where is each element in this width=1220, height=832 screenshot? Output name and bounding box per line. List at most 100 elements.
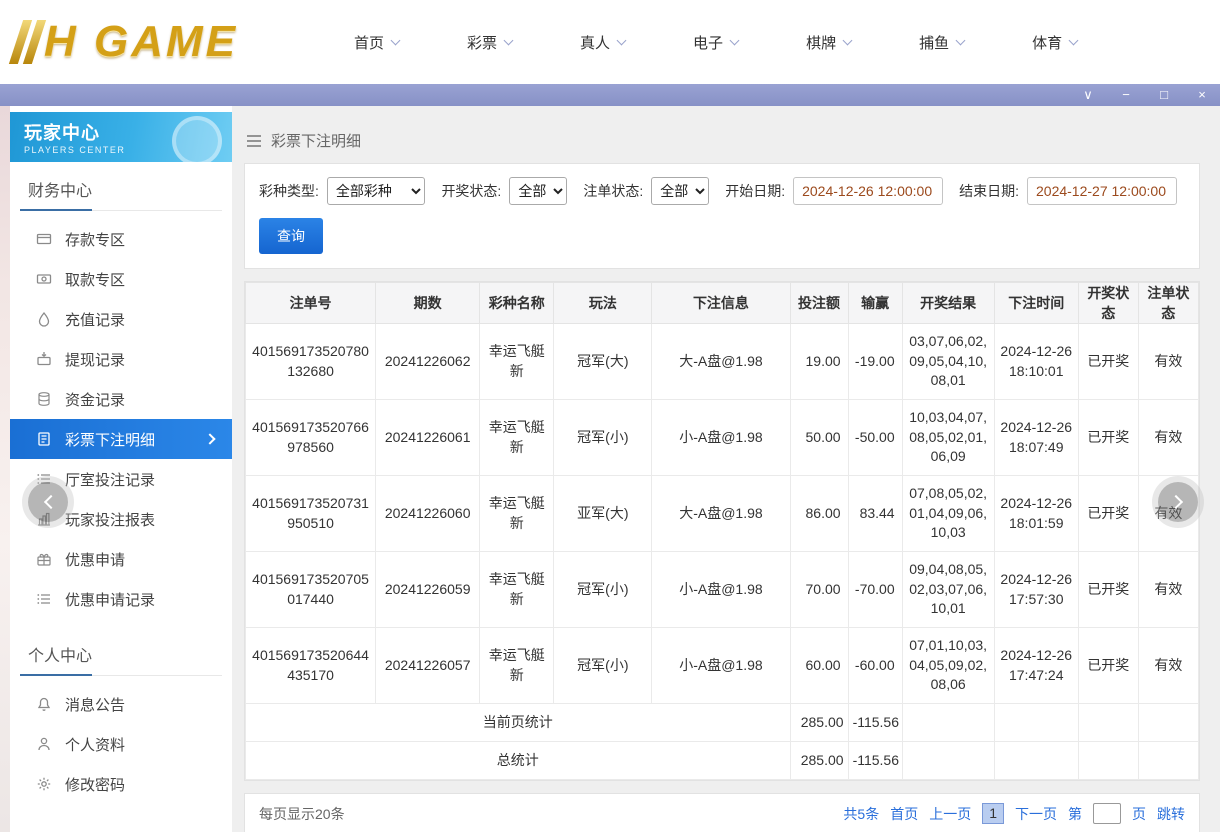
sidebar-header: 玩家中心 PLAYERS CENTER xyxy=(10,112,232,162)
next-page-link[interactable]: 下一页 xyxy=(1015,804,1057,824)
sidebar-item-deposit-zone[interactable]: 存款专区 xyxy=(10,219,232,259)
col-header-play-type: 玩法 xyxy=(553,282,653,324)
chevron-down-icon xyxy=(955,35,966,46)
cell-lottery-name: 幸运飞艇新 xyxy=(479,399,555,476)
order-status-label: 注单状态: xyxy=(583,183,644,199)
chevron-down-icon xyxy=(1068,35,1079,46)
bet-details-table: 注单号 期数 彩种名称 玩法 下注信息 投注额 输赢 开奖结果 下注时间 开奖状… xyxy=(244,282,1200,780)
summary-bet-amount: 285.00 xyxy=(789,741,849,780)
cell-order-status: 有效 xyxy=(1137,627,1200,704)
cell-bet-amount: 50.00 xyxy=(789,399,849,476)
window-collapse-icon[interactable]: ∨ xyxy=(1080,84,1096,106)
lottery-type-label: 彩种类型: xyxy=(259,183,319,199)
cell-play-type: 冠军(小) xyxy=(553,551,653,628)
scroll-left-button[interactable] xyxy=(28,482,68,522)
cell-win-loss: 83.44 xyxy=(847,475,903,552)
cell-play-type: 冠军(大) xyxy=(553,323,653,400)
cell-bet-info: 大-A盘@1.98 xyxy=(651,323,791,400)
cell-order-status: 有效 xyxy=(1137,323,1200,400)
col-header-win-loss: 输赢 xyxy=(847,282,903,324)
page-jump-input[interactable] xyxy=(1093,803,1121,824)
nav-item-slots[interactable]: 电子 xyxy=(693,32,740,53)
window-minimize-icon[interactable]: − xyxy=(1118,84,1134,106)
list-record-icon xyxy=(36,591,52,607)
hamburger-menu-icon[interactable] xyxy=(246,134,262,148)
nav-item-cards[interactable]: 棋牌 xyxy=(806,32,853,53)
main-menu: 首页 彩票 真人 电子 棋牌 捕鱼 体育 xyxy=(354,32,1079,53)
filter-panel: 彩种类型: 全部彩种 开奖状态: 全部 注单状态: 全部 开始日期: 结束日期:… xyxy=(244,163,1200,269)
window-close-icon[interactable]: × xyxy=(1194,84,1210,106)
top-navigation: H GAME 首页 彩票 真人 电子 棋牌 捕鱼 体育 xyxy=(0,0,1220,84)
draw-status-label: 开奖状态: xyxy=(441,183,502,199)
cell-bet-info: 小-A盘@1.98 xyxy=(651,551,791,628)
cell-period: 20241226057 xyxy=(375,627,481,704)
chevron-down-icon xyxy=(390,35,401,46)
first-page-link[interactable]: 首页 xyxy=(890,804,918,824)
sidebar-item-withdraw-zone[interactable]: 取款专区 xyxy=(10,259,232,299)
gear-icon xyxy=(36,776,52,792)
sidebar: 玩家中心 PLAYERS CENTER 财务中心 存款专区 取款专区 充值记录 … xyxy=(10,106,232,832)
sidebar-item-recharge-record[interactable]: 充值记录 xyxy=(10,299,232,339)
cell-order-id: 401569173520766978560 xyxy=(244,399,377,476)
table-header-row: 注单号 期数 彩种名称 玩法 下注信息 投注额 输赢 开奖结果 下注时间 开奖状… xyxy=(244,282,1200,324)
sidebar-item-withdrawal-record[interactable]: 提现记录 xyxy=(10,339,232,379)
order-status-select[interactable]: 全部 xyxy=(651,177,710,205)
finance-menu: 存款专区 取款专区 充值记录 提现记录 资金记录 彩票下注明细 厅室投注记录 玩… xyxy=(10,211,232,627)
nav-item-sports[interactable]: 体育 xyxy=(1032,32,1079,53)
window-titlebar: ∨ − □ × xyxy=(0,84,1220,106)
current-page-button[interactable]: 1 xyxy=(982,803,1004,824)
prev-page-link[interactable]: 上一页 xyxy=(929,804,971,824)
cell-draw-status: 已开奖 xyxy=(1077,551,1139,628)
bank-card-icon xyxy=(36,231,52,247)
cell-bet-amount: 70.00 xyxy=(789,551,849,628)
cell-bet-time: 2024-12-26 18:10:01 xyxy=(993,323,1079,400)
logo-text: H GAME xyxy=(44,17,238,66)
chevron-down-icon xyxy=(842,35,853,46)
sidebar-item-promo-apply[interactable]: 优惠申请 xyxy=(10,539,232,579)
page-size-label: 每页显示20条 xyxy=(259,805,345,822)
sidebar-item-promo-apply-record[interactable]: 优惠申请记录 xyxy=(10,579,232,619)
lottery-type-select[interactable]: 全部彩种 xyxy=(326,177,426,205)
logo: H GAME xyxy=(8,17,306,67)
sidebar-item-change-password[interactable]: 修改密码 xyxy=(10,764,232,804)
document-list-icon xyxy=(36,431,52,447)
pager-controls: 共5条 首页 上一页 1 下一页 第 页 跳转 xyxy=(843,803,1185,824)
sidebar-subtitle: PLAYERS CENTER xyxy=(24,145,126,155)
cell-draw-result: 03,07,06,02,09,05,04,10,08,01 xyxy=(901,323,995,400)
cell-draw-result: 07,01,10,03,04,05,09,02,08,06 xyxy=(901,627,995,704)
col-header-bet-info: 下注信息 xyxy=(651,282,791,324)
cell-play-type: 冠军(小) xyxy=(553,627,653,704)
personal-menu: 消息公告 个人资料 修改密码 xyxy=(10,676,232,812)
sidebar-item-profile[interactable]: 个人资料 xyxy=(10,724,232,764)
sidebar-item-lottery-bet-details[interactable]: 彩票下注明细 xyxy=(10,419,232,459)
cell-bet-amount: 60.00 xyxy=(789,627,849,704)
nav-item-home[interactable]: 首页 xyxy=(354,32,401,53)
end-date-input[interactable] xyxy=(1027,177,1177,205)
chevron-right-icon xyxy=(204,433,216,445)
sidebar-item-funds-record[interactable]: 资金记录 xyxy=(10,379,232,419)
cell-bet-info: 大-A盘@1.98 xyxy=(651,475,791,552)
cell-bet-time: 2024-12-26 18:07:49 xyxy=(993,399,1079,476)
jump-prefix-label: 第 xyxy=(1068,805,1082,822)
draw-status-select[interactable]: 全部 xyxy=(509,177,568,205)
jump-button[interactable]: 跳转 xyxy=(1157,804,1185,824)
cell-draw-status: 已开奖 xyxy=(1077,399,1139,476)
nav-item-lottery[interactable]: 彩票 xyxy=(467,32,514,53)
nav-item-fishing[interactable]: 捕鱼 xyxy=(919,32,966,53)
section-finance-center: 财务中心 xyxy=(20,162,222,211)
col-header-period: 期数 xyxy=(375,282,481,324)
cell-order-id: 401569173520644435170 xyxy=(244,627,377,704)
window-maximize-icon[interactable]: □ xyxy=(1156,84,1172,106)
cell-period: 20241226062 xyxy=(375,323,481,400)
scroll-right-button[interactable] xyxy=(1158,482,1198,522)
start-date-label: 开始日期: xyxy=(725,183,786,199)
search-button[interactable]: 查询 xyxy=(259,218,323,254)
cell-order-id: 401569173520731950510 xyxy=(244,475,377,552)
chevron-right-icon xyxy=(1168,494,1183,510)
droplet-icon xyxy=(36,311,52,327)
cell-win-loss: -50.00 xyxy=(847,399,903,476)
sidebar-item-message-notice[interactable]: 消息公告 xyxy=(10,684,232,724)
nav-item-live[interactable]: 真人 xyxy=(580,32,627,53)
start-date-input[interactable] xyxy=(793,177,944,205)
cell-draw-result: 07,08,05,02,01,04,09,06,10,03 xyxy=(901,475,995,552)
